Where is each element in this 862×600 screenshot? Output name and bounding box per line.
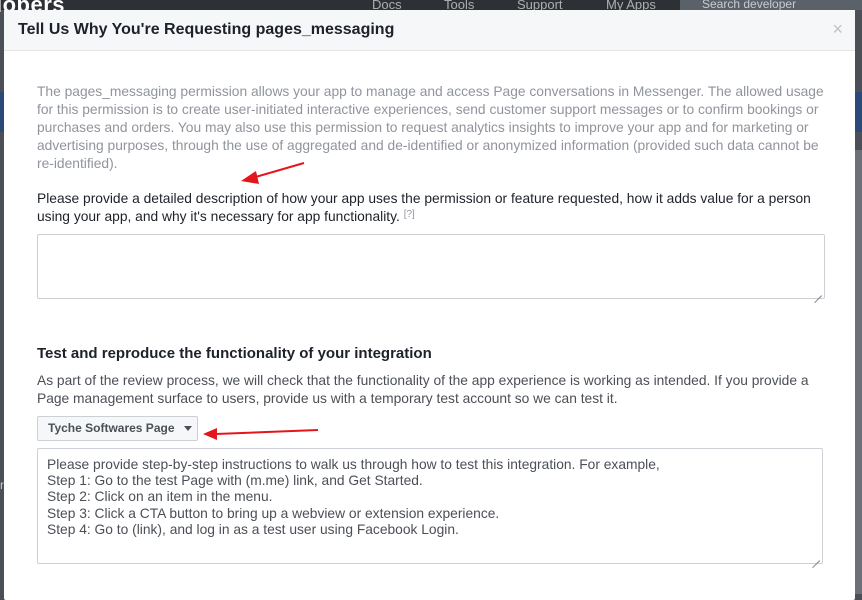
- annotation-arrow-icon: [203, 428, 319, 440]
- annotation-arrow-icon: [241, 162, 305, 184]
- annotation-arrows: [203, 162, 319, 440]
